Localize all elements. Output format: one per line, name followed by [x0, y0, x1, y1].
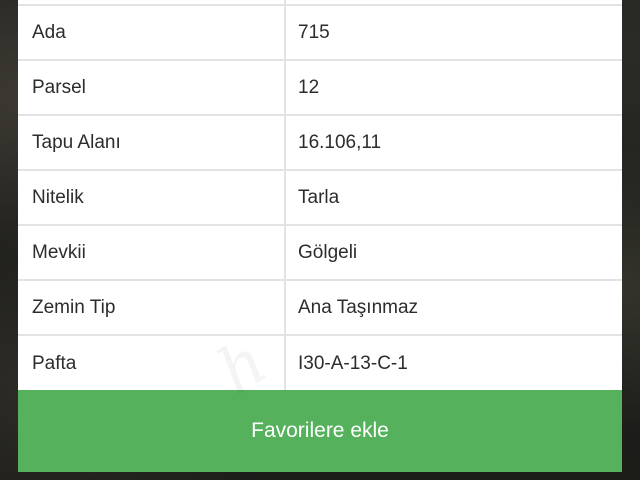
row-label: Tapu Alanı [18, 116, 286, 169]
row-label: Mevkii [18, 226, 286, 279]
table-row-ada: Ada 715 [18, 6, 622, 61]
row-value: Tarla [298, 186, 340, 208]
parcel-info-table: Ada 715 Parsel 12 Tapu Alanı 16.106,11 N… [18, 0, 622, 390]
table-row-zemin-tip: Zemin Tip Ana Taşınmaz [18, 281, 622, 336]
row-label: Ada [18, 6, 286, 59]
table-row-parsel: Parsel 12 [18, 61, 622, 116]
table-row-nitelik: Nitelik Tarla [18, 171, 622, 226]
row-value: Gölgeli [298, 241, 358, 263]
table-row-tapu-alani: Tapu Alanı 16.106,11 [18, 116, 622, 171]
row-value: 16.106,11 [298, 131, 382, 153]
row-label: Parsel [18, 61, 286, 114]
row-value: 715 [298, 21, 330, 43]
table-row-mevkii: Mevkii Gölgeli [18, 226, 622, 281]
table-row-pafta: Pafta I30-A-13-C-1 [18, 336, 622, 390]
row-label: Pafta [18, 336, 286, 390]
parcel-info-panel: Ada 715 Parsel 12 Tapu Alanı 16.106,11 N… [18, 0, 622, 472]
row-value: 12 [298, 76, 320, 98]
row-label: Zemin Tip [18, 281, 286, 334]
add-to-favorites-button[interactable]: Favorilere ekle [18, 390, 622, 472]
row-label: Nitelik [18, 171, 286, 224]
row-value: Ana Taşınmaz [298, 296, 419, 318]
row-value: I30-A-13-C-1 [298, 352, 408, 374]
